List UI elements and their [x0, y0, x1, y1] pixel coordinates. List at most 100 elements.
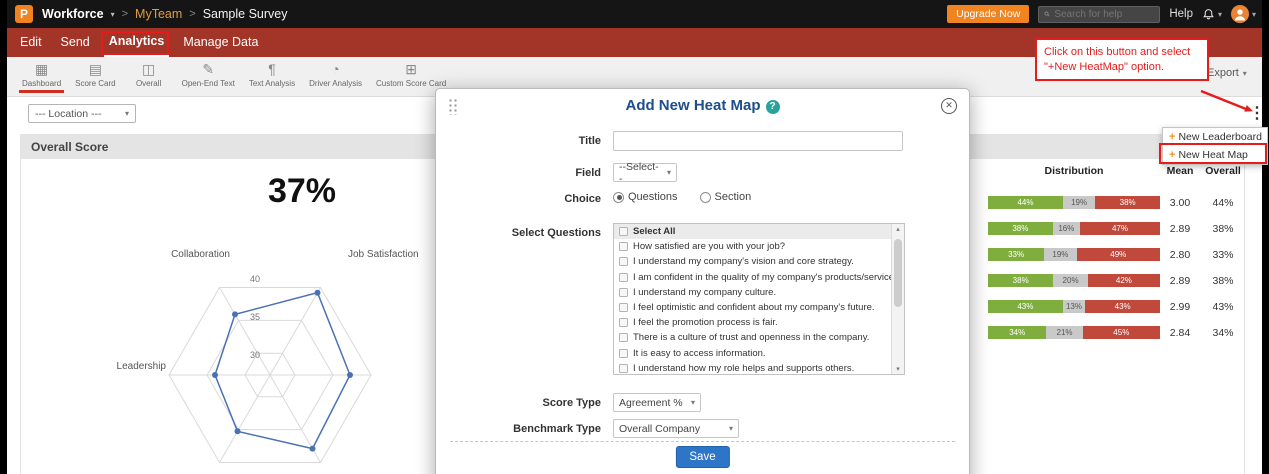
checkbox[interactable]	[619, 287, 628, 297]
help-search-input[interactable]	[1054, 8, 1155, 20]
checkbox[interactable]	[619, 333, 628, 343]
breadcrumb-myteam[interactable]: MyTeam	[135, 7, 182, 21]
select-all-row[interactable]: Select All	[614, 224, 904, 240]
scroll-down-icon[interactable]: ▾	[892, 365, 904, 373]
segment-red: 49%	[1076, 248, 1160, 261]
question-row[interactable]: I understand how my role helps and suppo…	[614, 361, 904, 374]
account-menu[interactable]: ▾	[1230, 5, 1256, 23]
location-filter-select[interactable]: --- Location --- ▾	[28, 104, 136, 123]
overall-icon: ◫	[141, 61, 156, 77]
question-row[interactable]: How satisfied are you with your job?	[614, 239, 904, 254]
field-label: Field	[575, 167, 601, 179]
checkbox[interactable]	[619, 348, 628, 358]
question-row[interactable]: There is a culture of trust and openness…	[614, 330, 904, 345]
bell-icon	[1203, 8, 1214, 19]
scrollbar-thumb[interactable]	[894, 239, 902, 307]
scroll-up-icon[interactable]: ▴	[892, 225, 904, 233]
checkbox[interactable]	[619, 227, 628, 237]
benchmark-type-label: Benchmark Type	[513, 423, 601, 435]
upgrade-now-button[interactable]: Upgrade Now	[947, 5, 1030, 23]
app-logo-icon[interactable]: P	[15, 5, 33, 23]
checkbox[interactable]	[619, 272, 628, 282]
radio-section[interactable]	[699, 191, 711, 203]
modal-title: Add New Heat Map?	[436, 89, 969, 123]
nav-tab-analytics[interactable]: Analytics	[103, 28, 170, 57]
toolbar-item-driver-analysis[interactable]: ◔ Driver Analysis	[306, 60, 365, 93]
question-row[interactable]: I understand my company culture.	[614, 285, 904, 300]
question-label: I understand my company culture.	[633, 286, 777, 298]
dashboard-icon: ▦	[34, 61, 49, 77]
question-row[interactable]: I feel optimistic and confident about my…	[614, 300, 904, 315]
export-dropdown[interactable]: Export ▾	[1207, 67, 1247, 79]
score-card-icon: ▤	[88, 61, 102, 77]
toolbar-item-text-analysis[interactable]: ¶ Text Analysis	[246, 60, 298, 93]
header-distribution: Distribution	[1044, 165, 1104, 177]
save-button[interactable]: Save	[675, 446, 730, 468]
question-label: There is a culture of trust and openness…	[633, 332, 870, 344]
chevron-down-icon[interactable]: ▾	[111, 10, 115, 19]
toolbar-item-dashboard[interactable]: ▦ Dashboard	[19, 60, 65, 93]
toolbar-item-label: Overall	[135, 79, 162, 88]
segment-green: 43%	[988, 300, 1063, 313]
distribution-table-header: Distribution Mean Overall	[988, 165, 1246, 177]
radio-section-label[interactable]: Section	[715, 191, 752, 203]
menu-item-new-leaderboard[interactable]: + New Leaderboard	[1163, 128, 1267, 146]
help-link[interactable]: Help	[1169, 8, 1193, 20]
toolbar-item-open-end-text[interactable]: ✎ Open-End Text	[179, 60, 238, 93]
radio-questions[interactable]	[613, 191, 624, 203]
menu-item-label: New Leaderboard	[1178, 131, 1262, 143]
search-icon	[1044, 11, 1050, 17]
question-row[interactable]: It is easy to access information.	[614, 346, 904, 361]
score-type-select[interactable]: Agreement % ▾	[613, 393, 701, 412]
chevron-down-icon: ▾	[124, 109, 129, 118]
close-icon[interactable]: ✕	[941, 98, 957, 114]
checkbox[interactable]	[619, 242, 628, 252]
chevron-down-icon: ▾	[690, 398, 695, 407]
segment-red: 47%	[1079, 222, 1160, 235]
location-filter-value: --- Location ---	[35, 107, 102, 120]
add-heatmap-modal: Add New Heat Map? ✕ Title Field --Select…	[435, 88, 970, 474]
checkbox[interactable]	[619, 303, 628, 313]
nav-tab-send[interactable]: Send	[56, 28, 95, 57]
toolbar-item-score-card[interactable]: ▤ Score Card	[72, 60, 118, 93]
breadcrumb-workforce[interactable]: Workforce	[42, 7, 104, 21]
radio-questions-label[interactable]: Questions	[628, 191, 678, 203]
question-row[interactable]: I feel the promotion process is fair.	[614, 315, 904, 330]
drag-handle[interactable]	[448, 98, 458, 115]
segment-green: 38%	[988, 222, 1053, 235]
menu-item-label: New Heat Map	[1178, 149, 1248, 161]
segment-gray: 19%	[1044, 248, 1077, 261]
scrollbar[interactable]: ▴ ▾	[891, 224, 904, 374]
mean-value: 2.80	[1169, 248, 1191, 261]
annotation-callout: Click on this button and select "+New He…	[1035, 38, 1209, 82]
question-label: I understand my company's vision and cor…	[633, 256, 854, 268]
overall-value: 38%	[1212, 222, 1234, 235]
breadcrumb: Workforce ▾ > MyTeam > Sample Survey	[42, 7, 287, 21]
benchmark-type-select[interactable]: Overall Company ▾	[613, 419, 739, 438]
checkbox[interactable]	[619, 318, 628, 328]
chevron-down-icon: ▾	[728, 424, 733, 433]
notifications-button[interactable]: ▾	[1202, 8, 1222, 21]
menu-item-new-heat-map[interactable]: + New Heat Map	[1163, 146, 1267, 164]
radar-tick-30: 30	[250, 350, 260, 360]
overall-score-value: 37%	[267, 172, 337, 210]
checkbox[interactable]	[619, 257, 628, 267]
question-label: I feel optimistic and confident about my…	[633, 302, 875, 314]
field-select[interactable]: --Select-- ▾	[613, 161, 677, 185]
help-icon[interactable]: ?	[765, 100, 780, 114]
mean-value: 2.89	[1169, 274, 1191, 287]
choice-label: Choice	[564, 193, 601, 205]
segment-gray: 19%	[1062, 196, 1096, 209]
help-search-box[interactable]	[1038, 5, 1161, 23]
checkbox[interactable]	[619, 363, 628, 373]
nav-tab-manage-data[interactable]: Manage Data	[178, 28, 263, 57]
table-row: 33% 19% 49% 2.80 33%	[988, 248, 1246, 261]
segment-red: 45%	[1082, 326, 1160, 339]
nav-tab-edit[interactable]: Edit	[15, 28, 47, 57]
question-label: It is easy to access information.	[633, 347, 766, 359]
title-input[interactable]	[613, 131, 903, 151]
toolbar-item-overall[interactable]: ◫ Overall	[127, 60, 171, 93]
question-row[interactable]: I am confident in the quality of my comp…	[614, 270, 904, 285]
question-row[interactable]: I understand my company's vision and cor…	[614, 254, 904, 269]
overall-value: 34%	[1212, 326, 1234, 339]
